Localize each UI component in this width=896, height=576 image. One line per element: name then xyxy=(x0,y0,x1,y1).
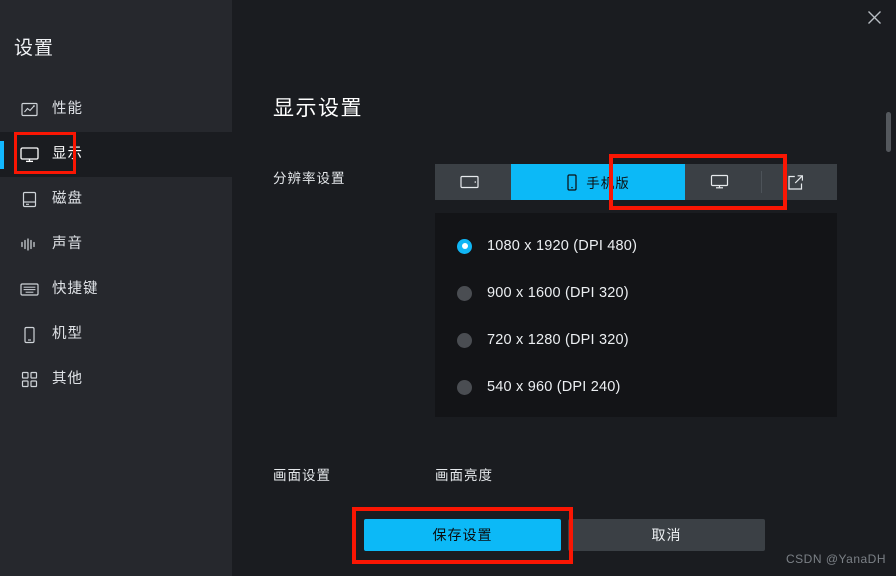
watermark: CSDN @YanaDH xyxy=(786,552,886,566)
sidebar-item-label: 磁盘 xyxy=(52,191,83,208)
tablet-landscape-icon xyxy=(459,175,479,189)
settings-window: 设置 性能 显示 磁盘 声音 快捷键 机型 其他 显示设置 分辨率设置 手机版 … xyxy=(0,0,896,576)
sound-wave-icon xyxy=(18,234,40,256)
close-icon xyxy=(867,10,881,24)
sidebar: 设置 性能 显示 磁盘 声音 快捷键 机型 其他 xyxy=(0,0,232,576)
edit-square-icon xyxy=(787,174,803,190)
resolution-option-label: 900 x 1600 (DPI 320) xyxy=(487,285,629,301)
monitor-icon xyxy=(710,174,728,189)
phone-device-icon xyxy=(18,324,40,346)
main-content: 显示设置 分辨率设置 手机版 1080 x 1920 (DPI 480) 900… xyxy=(232,0,896,576)
monitor-display-icon xyxy=(18,144,40,166)
resolution-option-900x1600[interactable]: 900 x 1600 (DPI 320) xyxy=(457,278,837,308)
tab-phone-mode[interactable]: 手机版 xyxy=(511,164,685,200)
sidebar-item-label: 声音 xyxy=(52,236,83,253)
sidebar-item-device-model[interactable]: 机型 xyxy=(0,312,232,357)
sidebar-item-label: 性能 xyxy=(52,101,83,118)
sidebar-item-label: 其他 xyxy=(52,371,83,388)
sidebar-item-label: 显示 xyxy=(52,146,83,163)
resolution-option-1080x1920[interactable]: 1080 x 1920 (DPI 480) xyxy=(457,231,837,261)
resolution-settings-label: 分辨率设置 xyxy=(273,171,346,186)
picture-settings-label: 画面设置 xyxy=(273,468,331,483)
resolution-options-panel: 1080 x 1920 (DPI 480) 900 x 1600 (DPI 32… xyxy=(435,213,837,417)
sidebar-item-disk[interactable]: 磁盘 xyxy=(0,177,232,222)
page-title: 显示设置 xyxy=(273,97,363,120)
radio-unselected-icon xyxy=(457,379,472,395)
scrollbar-thumb[interactable] xyxy=(886,112,891,152)
save-button[interactable]: 保存设置 xyxy=(364,519,561,551)
sidebar-item-label: 机型 xyxy=(52,326,83,343)
resolution-option-label: 720 x 1280 (DPI 320) xyxy=(487,332,629,348)
chart-performance-icon xyxy=(18,99,40,121)
resolution-mode-tabs: 手机版 xyxy=(435,164,837,200)
scrollbar-track[interactable] xyxy=(885,0,891,576)
app-title: 设置 xyxy=(14,38,55,59)
radio-unselected-icon xyxy=(457,332,472,348)
tab-custom-resolution[interactable] xyxy=(761,164,837,200)
tab-label: 手机版 xyxy=(586,176,630,191)
sidebar-item-sound[interactable]: 声音 xyxy=(0,222,232,267)
sidebar-item-other[interactable]: 其他 xyxy=(0,357,232,402)
radio-selected-icon xyxy=(457,238,472,254)
phone-portrait-icon xyxy=(567,173,577,191)
close-button[interactable] xyxy=(861,4,887,30)
active-indicator-bar xyxy=(0,141,4,169)
sidebar-item-display[interactable]: 显示 xyxy=(0,132,232,177)
cancel-button[interactable]: 取消 xyxy=(568,519,765,551)
picture-brightness-label: 画面亮度 xyxy=(435,468,493,483)
tab-tablet-landscape[interactable] xyxy=(435,164,511,200)
sidebar-nav-list: 性能 显示 磁盘 声音 快捷键 机型 其他 xyxy=(0,87,232,402)
resolution-option-540x960[interactable]: 540 x 960 (DPI 240) xyxy=(457,372,837,402)
radio-unselected-icon xyxy=(457,285,472,301)
keyboard-icon xyxy=(18,279,40,301)
sidebar-item-shortcuts[interactable]: 快捷键 xyxy=(0,267,232,312)
hard-disk-icon xyxy=(18,189,40,211)
tab-monitor-mode[interactable] xyxy=(685,164,761,200)
resolution-option-label: 540 x 960 (DPI 240) xyxy=(487,379,621,395)
sidebar-item-label: 快捷键 xyxy=(52,281,99,298)
sidebar-item-performance[interactable]: 性能 xyxy=(0,87,232,132)
grid-apps-icon xyxy=(18,369,40,391)
resolution-option-label: 1080 x 1920 (DPI 480) xyxy=(487,238,638,254)
resolution-option-720x1280[interactable]: 720 x 1280 (DPI 320) xyxy=(457,325,837,355)
